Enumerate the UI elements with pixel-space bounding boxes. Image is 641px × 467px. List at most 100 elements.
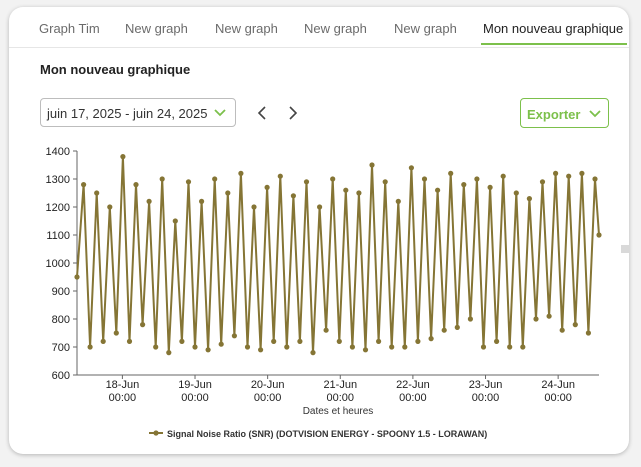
legend-marker [153,430,159,436]
data-point [369,162,375,168]
data-point [238,170,244,176]
data-point [74,274,80,280]
x-tick-time-label: 00:00 [254,392,282,404]
data-point [382,179,388,185]
x-tick-time-label: 00:00 [544,392,572,404]
data-point [539,179,546,185]
data-point [546,313,552,319]
data-point [500,173,506,179]
data-point [297,338,303,344]
data-point [596,232,602,238]
data-point [231,333,237,339]
x-tick-date-label: 19-Jun [178,379,212,391]
data-point [356,190,362,196]
data-point [179,338,185,344]
data-point [494,338,500,344]
y-tick-label: 1300 [46,174,70,186]
data-point [362,347,369,353]
data-point [349,344,355,350]
y-tick-label: 800 [52,314,70,326]
data-point [461,182,467,188]
y-tick-label: 1200 [46,202,70,214]
data-point [448,170,454,176]
data-point [526,196,533,202]
data-point [421,176,428,182]
y-tick-label: 1100 [46,230,70,242]
data-point [566,173,572,179]
x-tick-date-label: 20-Jun [251,379,285,391]
data-point [480,344,487,350]
series-line [76,155,600,354]
data-point [408,165,414,171]
data-point [330,176,336,182]
data-point [454,324,460,330]
data-point [166,350,172,356]
data-point [559,327,565,333]
data-point [218,341,224,347]
x-tick-time-label: 00:00 [472,392,500,404]
data-point [126,338,133,344]
data-point [520,344,526,350]
data-point [251,204,257,210]
data-point [395,198,401,204]
x-tick-time-label: 00:00 [399,392,427,404]
data-point [310,350,316,356]
data-point [323,327,329,333]
data-point [100,338,106,344]
data-point [172,218,178,224]
legend-label: Signal Noise Ratio (SNR) (DOTVISION ENER… [167,429,487,439]
data-point [244,344,251,350]
x-tick-time-label: 00:00 [109,392,137,404]
data-point [107,204,113,210]
snr-line-chart: 6007008009001000110012001300140018-Jun00… [46,146,602,439]
data-point [185,179,192,185]
y-tick-label: 600 [52,370,70,382]
data-point [474,176,480,182]
data-point [192,344,198,350]
y-tick-label: 700 [52,342,70,354]
data-point [290,193,296,199]
data-point [94,190,100,196]
data-point [120,154,126,160]
data-point [467,316,473,322]
data-point [441,327,447,333]
data-point [81,182,87,188]
data-point [533,316,539,322]
data-point [435,187,441,193]
data-point [579,170,585,176]
data-point [277,173,283,179]
data-point [153,344,159,350]
data-point [402,344,408,350]
data-point [343,187,349,193]
data-point [376,338,382,344]
y-tick-label: 900 [52,286,70,298]
data-point [146,198,152,204]
x-tick-date-label: 22-Jun [396,379,430,391]
data-point [572,322,578,328]
data-point [159,176,165,182]
data-point [205,347,211,353]
x-tick-date-label: 23-Jun [469,379,503,391]
x-tick-time-label: 00:00 [327,392,355,404]
scrollbar-handle[interactable] [621,245,629,253]
graph-card: Graph Tim New graph New graph New graph … [9,7,629,454]
x-tick-time-label: 00:00 [181,392,209,404]
data-point [212,176,218,182]
data-point [264,184,270,190]
data-point [585,330,592,336]
data-point [140,322,146,328]
y-tick-label: 1000 [46,258,70,270]
y-tick-label: 1400 [46,146,70,158]
x-axis-title: Dates et heures [303,406,374,417]
data-point [336,338,342,344]
data-point [513,190,519,196]
x-tick-date-label: 21-Jun [323,379,357,391]
data-point [415,338,421,344]
data-point [225,190,231,196]
data-point [87,344,93,350]
data-point [271,338,277,344]
data-point [317,204,323,210]
data-point [553,170,559,176]
data-point [428,336,434,342]
data-point [284,344,290,350]
